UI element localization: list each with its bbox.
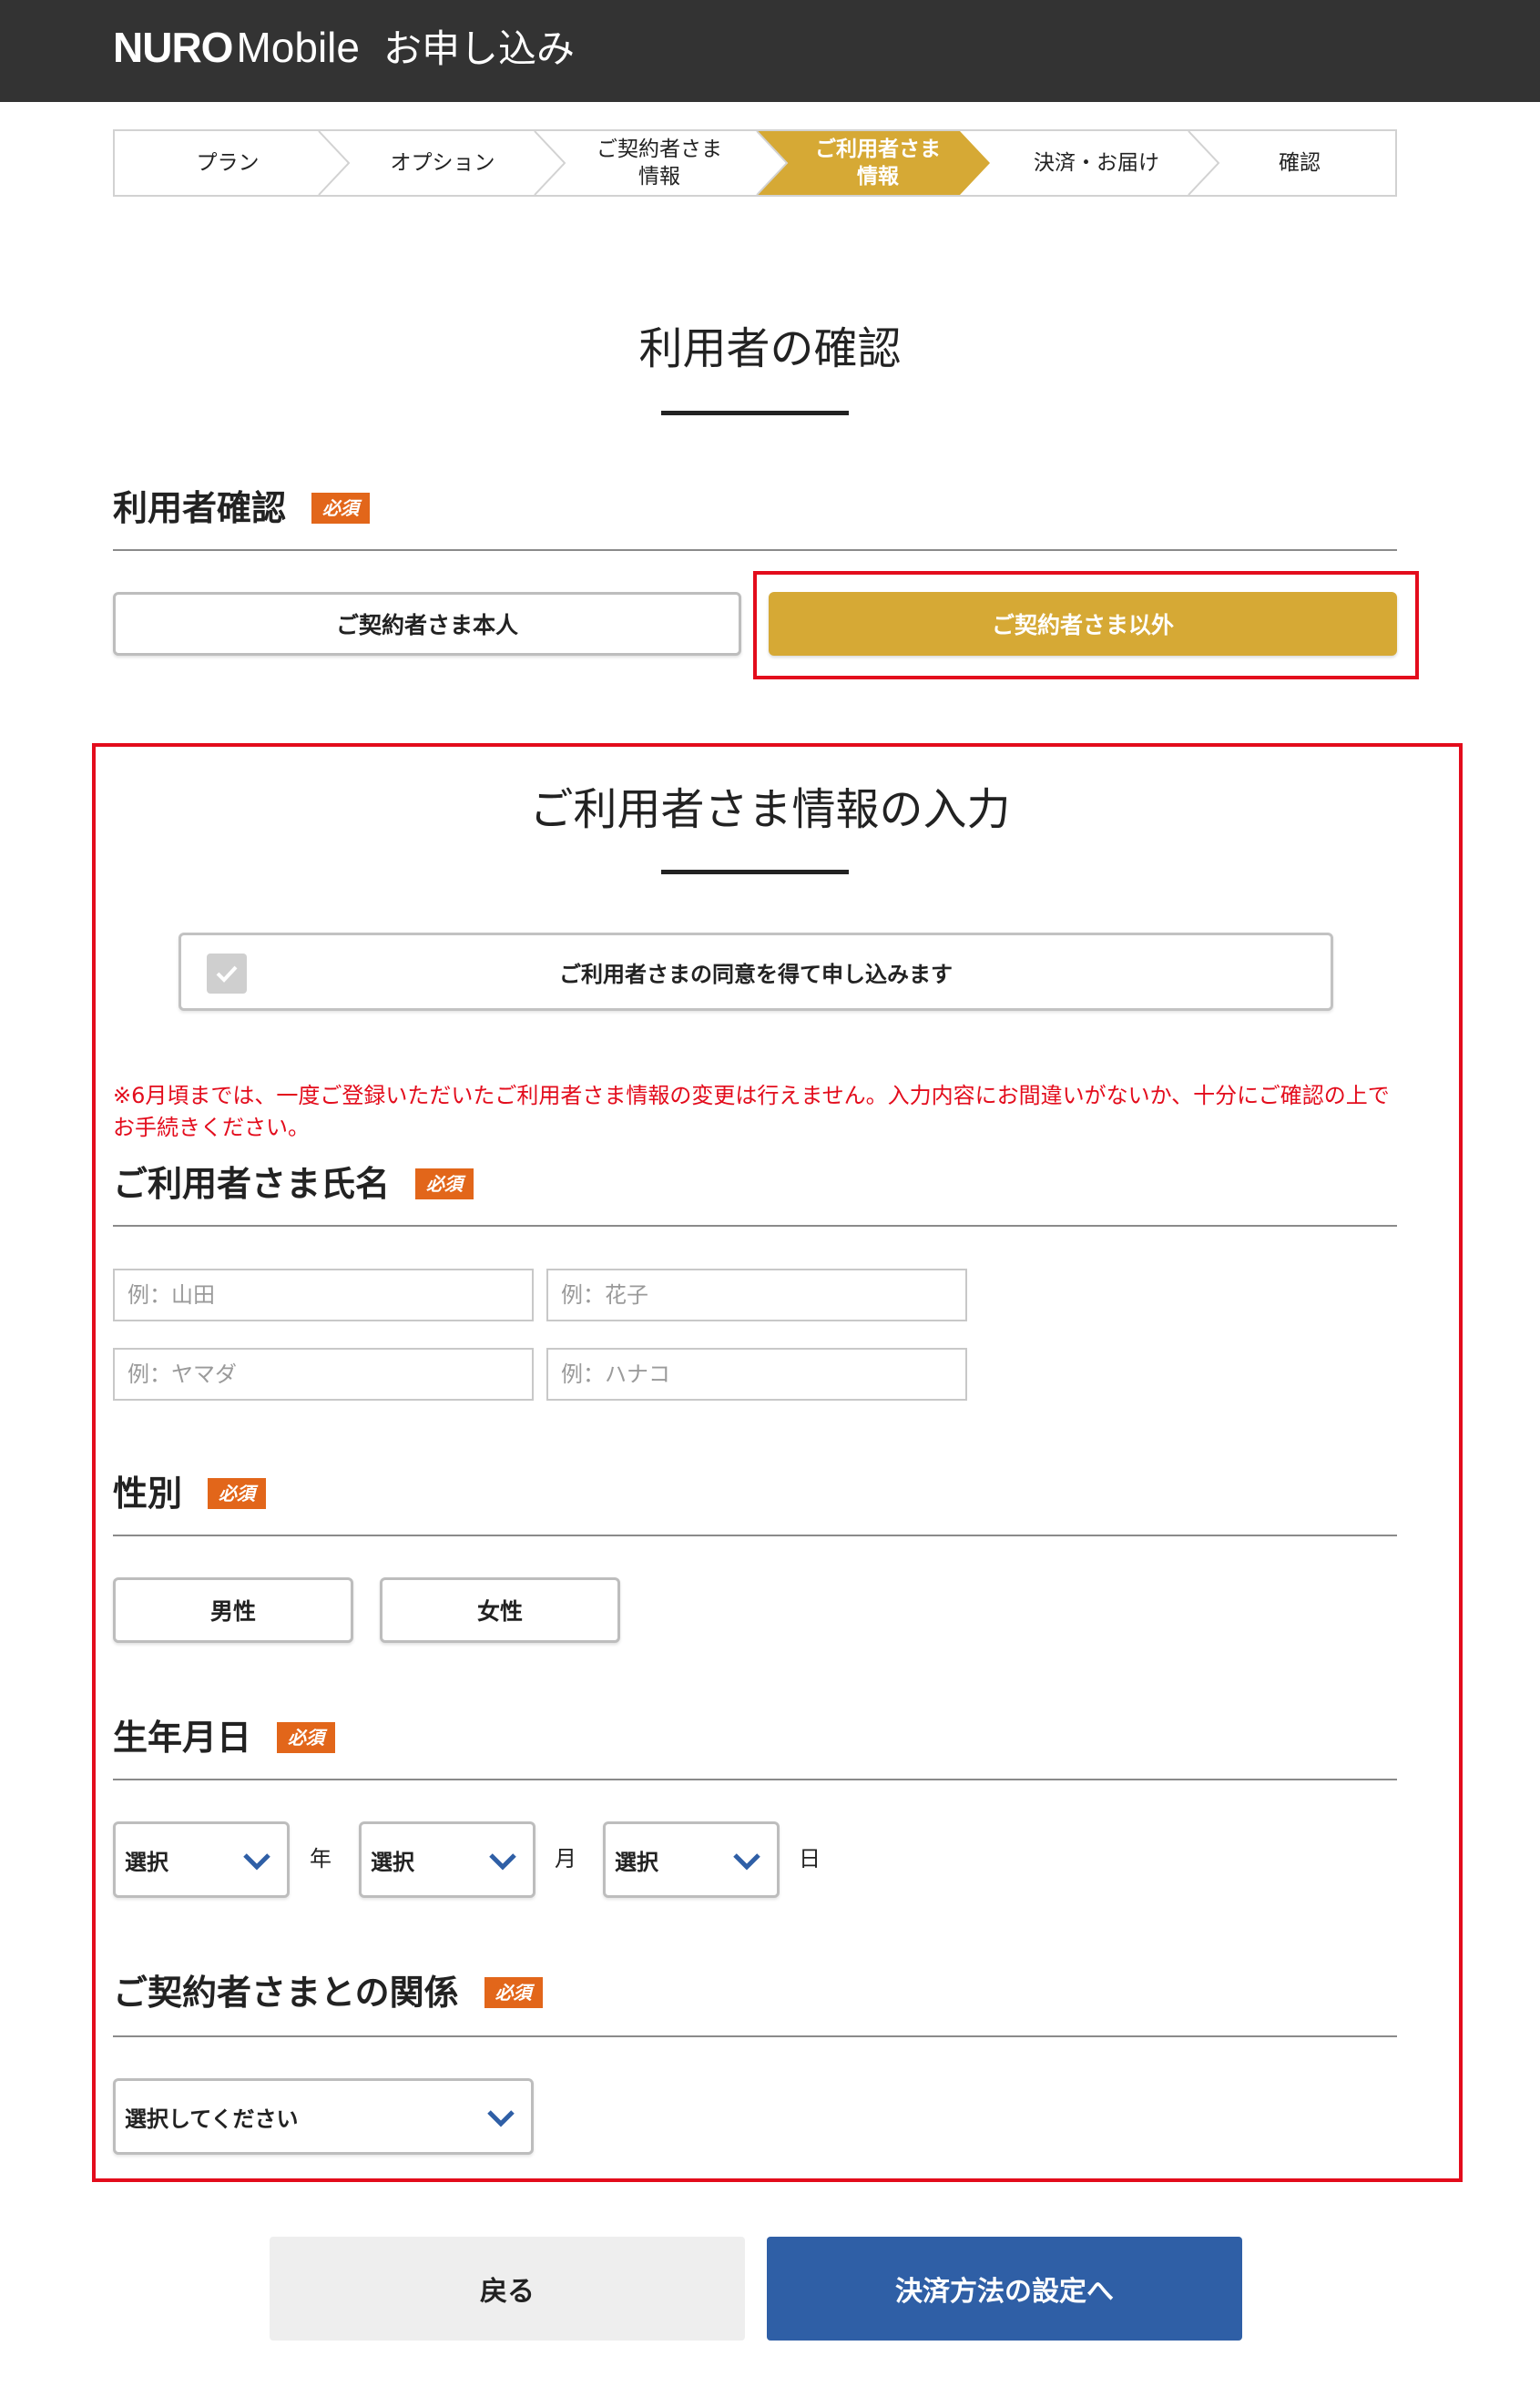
birth-month-value: 選択 [371,1849,414,1875]
section-divider [113,549,1397,551]
back-button[interactable]: 戻る [270,2237,745,2341]
section-divider [113,1225,1397,1227]
chevron-down-icon [487,2110,515,2127]
next-payment-settings-button[interactable]: 決済方法の設定へ [767,2237,1242,2341]
header-apply-title: お申し込み [382,26,575,71]
site-header: NUROMobile お申し込み [0,0,1540,102]
title-underline [661,411,849,415]
gender-heading: 性別 必須 [113,1472,267,1515]
user-info-title-underline [661,870,849,874]
birthdate-heading: 生年月日 必須 [113,1716,336,1759]
section-divider [113,2035,1397,2037]
step-confirm: 確認 [1204,131,1395,195]
last-name-input[interactable] [113,1269,534,1321]
step-label-line2: 情報 [638,165,680,189]
name-heading: ご利用者さま氏名 必須 [113,1162,474,1206]
last-name-kana-input[interactable] [113,1348,534,1401]
step-indicator: プラン オプション ご契約者さま 情報 ご利用者さま 情報 決済・お届け 確認 [113,129,1397,197]
change-notice: ※6月頃までは、一度ご登録いただいたご利用者さま情報の変更は行えません。入力内容… [113,1083,1390,1140]
birth-year-select[interactable]: 選択 [113,1821,290,1898]
user-confirm-heading: 利用者確認 必須 [113,486,371,530]
first-name-kana-input[interactable] [546,1348,967,1401]
relation-select[interactable]: 選択してください [113,2078,534,2155]
birth-month-select[interactable]: 選択 [359,1821,535,1898]
step-contractor-info: ご契約者さま 情報 [550,131,769,195]
chevron-down-icon [489,1853,516,1871]
page-title: 利用者の確認 [638,323,902,374]
option-contractor-other-button[interactable]: ご契約者さま以外 [769,592,1397,656]
step-label: 決済・お届け [1034,151,1159,175]
logo: NUROMobile お申し込み [113,20,575,76]
name-heading-text: ご利用者さま氏名 [113,1164,391,1204]
chevron-down-icon [733,1853,760,1871]
step-option: オプション [333,131,552,195]
gender-male-button[interactable]: 男性 [113,1577,353,1643]
required-badge: 必須 [311,493,371,524]
gender-female-button[interactable]: 女性 [380,1577,620,1643]
relation-value: 選択してください [125,2106,299,2132]
relation-heading: ご契約者さまとの関係 必須 [113,1971,543,2014]
section-divider [113,1535,1397,1536]
required-badge: 必須 [484,1977,543,2008]
required-badge: 必須 [208,1478,267,1509]
day-unit: 日 [799,1846,821,1872]
month-unit: 月 [555,1846,576,1872]
consent-checkbox[interactable] [207,954,247,994]
user-info-title: ご利用者さま情報の入力 [529,784,1011,835]
step-label: プラン [196,151,260,175]
chevron-down-icon [243,1853,270,1871]
step-plan: プラン [115,131,341,195]
step-label: ご契約者さま [597,138,722,161]
step-label: オプション [390,151,495,175]
step-label: ご利用者さま [815,138,941,161]
logo-mobile: Mobile [236,24,360,71]
user-confirm-heading-text: 利用者確認 [113,488,287,528]
year-unit: 年 [310,1846,331,1872]
birth-day-value: 選択 [615,1849,658,1875]
relation-heading-text: ご契約者さまとの関係 [113,1973,459,2013]
consent-checkbox-row[interactable]: ご利用者さまの同意を得て申し込みます [178,933,1333,1011]
required-badge: 必須 [415,1168,474,1199]
birth-year-value: 選択 [125,1849,168,1875]
checkmark-icon [216,965,238,983]
option-contractor-self-button[interactable]: ご契約者さま本人 [113,592,741,656]
step-payment-delivery: 決済・お届け [987,131,1206,195]
step-label: 確認 [1279,151,1321,175]
birth-day-select[interactable]: 選択 [603,1821,780,1898]
step-label-line2: 情報 [857,165,899,189]
first-name-input[interactable] [546,1269,967,1321]
section-divider [113,1779,1397,1780]
consent-label: ご利用者さまの同意を得て申し込みます [559,961,953,987]
logo-nuro: NURO [113,24,233,71]
step-user-info: ご利用者さま 情報 [769,131,987,195]
gender-heading-text: 性別 [113,1474,183,1514]
required-badge: 必須 [277,1722,336,1753]
birthdate-heading-text: 生年月日 [113,1718,252,1758]
